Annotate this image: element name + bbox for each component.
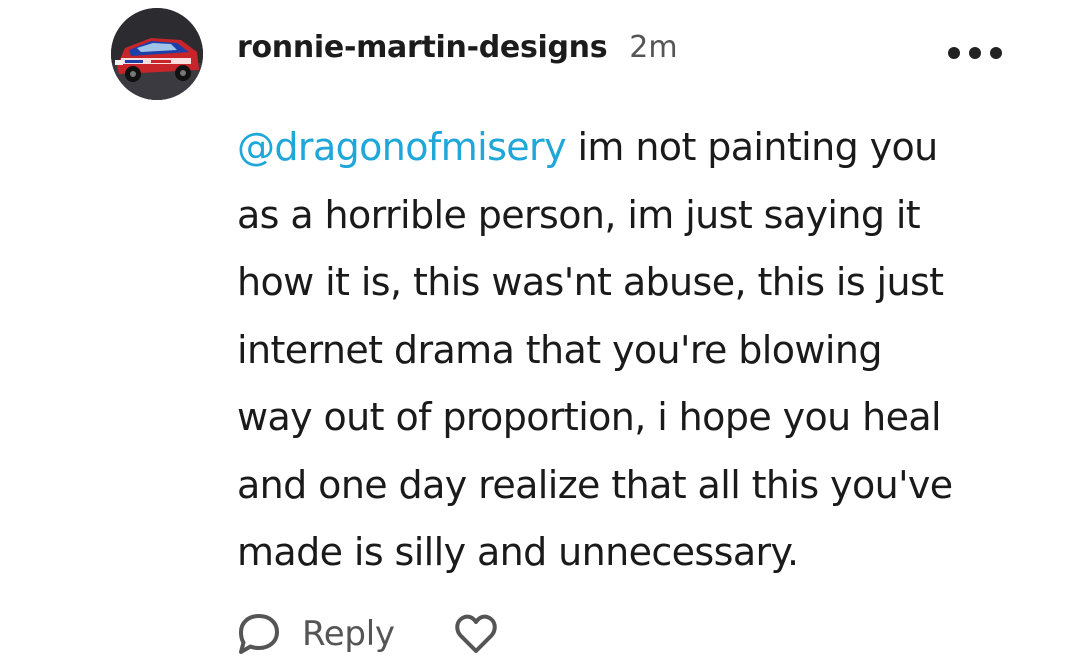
author-name[interactable]: ronnie-martin-designs bbox=[237, 30, 608, 65]
like-button[interactable] bbox=[453, 613, 499, 655]
user-mention-link[interactable]: @dragonofmisery bbox=[237, 125, 567, 169]
comment-line: and one day realize that all this you've bbox=[237, 462, 953, 507]
comment-timestamp: 2m bbox=[629, 30, 678, 65]
more-dots-icon bbox=[969, 47, 981, 59]
comment-header: ronnie-martin-designs 2m bbox=[237, 30, 678, 78]
comment-line: @dragonofmisery im not painting you bbox=[237, 114, 1037, 182]
comment-card: ronnie-martin-designs 2m @dragonofmisery… bbox=[0, 0, 1080, 669]
speech-bubble-icon bbox=[239, 614, 279, 654]
comment-line-text: im not painting you bbox=[565, 125, 938, 169]
race-car-avatar-icon bbox=[111, 8, 203, 100]
comment-line: internet drama that you're blowing bbox=[237, 327, 882, 372]
comment-line: way out of proportion, i hope you heal bbox=[237, 395, 942, 439]
more-options-button[interactable] bbox=[948, 40, 1002, 66]
user-avatar[interactable] bbox=[111, 8, 203, 100]
more-dots-icon bbox=[948, 47, 960, 59]
comment-line: as a horrible person, im just saying it bbox=[237, 192, 921, 237]
reply-label: Reply bbox=[302, 614, 395, 654]
comment-line: how it is, this was'nt abuse, this is ju… bbox=[237, 260, 944, 304]
more-dots-icon bbox=[990, 47, 1002, 59]
comment-line: made is silly and unnecessary. bbox=[237, 530, 799, 574]
reply-button[interactable]: Reply bbox=[236, 611, 395, 657]
heart-icon bbox=[454, 614, 497, 653]
comment-actions: Reply bbox=[236, 606, 499, 662]
comment-body: @dragonofmisery im not painting you as a… bbox=[237, 114, 1037, 587]
